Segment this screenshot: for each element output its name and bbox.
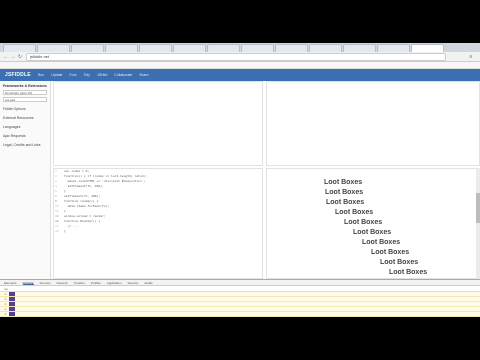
code-text: function() { if (index >= loot.length) r… <box>64 174 148 178</box>
devtools-tab[interactable]: Application <box>107 280 122 285</box>
devtools-tab[interactable]: Security <box>128 280 139 285</box>
address-bar: ← → ↻ jsfiddle.net ≡ <box>0 52 480 62</box>
code-text: window.onload = render; <box>64 214 106 218</box>
menu-icon[interactable]: ≡ <box>468 54 474 60</box>
browser-tab-bar <box>0 43 480 52</box>
code-text: panel.innerHTML += '<div>Loot Boxes</div… <box>64 179 146 183</box>
sidebar: Frameworks & Extensions No-Library (pure… <box>0 81 51 279</box>
warning-icon: ⚠ <box>4 302 7 306</box>
sidebar-link-languages[interactable]: Languages <box>0 120 50 129</box>
forward-icon[interactable]: → <box>10 54 16 60</box>
browser-tab[interactable] <box>173 44 206 52</box>
url-field[interactable]: jsfiddle.net <box>26 53 446 61</box>
jshint-button[interactable]: JSHint <box>97 73 107 77</box>
browser-tab[interactable] <box>37 44 70 52</box>
fork-button[interactable]: Fork <box>70 73 77 77</box>
js-panel[interactable]: 1 var index = 0; 2 function() { if (index >… <box>53 168 263 279</box>
bookmarks-bar <box>0 62 480 69</box>
line-number: 18 <box>55 229 59 233</box>
code-line: 18} <box>54 229 262 234</box>
devtools-tab[interactable]: Audits <box>144 280 152 285</box>
devtools-panel: Elements Console Sources Network Timeline Pro… <box>0 279 480 317</box>
jsfiddle-logo: JSFIDDLE <box>5 72 31 78</box>
sidebar-link-ajax-requests[interactable]: Ajax Requests <box>0 129 50 138</box>
devtools-tab[interactable]: Network <box>57 280 68 285</box>
loot-box-line: Loot Boxes <box>326 199 365 206</box>
result-panel: Loot Boxes Loot Boxes Loot Boxes Loot Boxes… <box>266 168 480 279</box>
devtools-tab[interactable]: Console <box>22 280 34 285</box>
sidebar-link-external-resources[interactable]: External Resources <box>0 111 50 120</box>
result-scrollbar-thumb[interactable] <box>476 193 480 223</box>
framework-select[interactable]: No-Library (pure JS) <box>3 90 47 95</box>
code-text: } <box>64 229 66 233</box>
console-warning-row: ⚠ <box>0 312 480 317</box>
back-icon[interactable]: ← <box>3 54 9 60</box>
source-link[interactable] <box>471 312 472 316</box>
code-text: var index = 0; <box>64 169 90 173</box>
browser-tab[interactable] <box>377 44 410 52</box>
devtools-tab[interactable]: Profiles <box>91 280 101 285</box>
console-badge <box>8 312 16 316</box>
result-scrollbar[interactable] <box>476 168 480 279</box>
sidebar-link-legal[interactable]: Legal, Credits and Links <box>0 138 50 147</box>
collaborate-button[interactable]: Collaborate <box>114 73 132 77</box>
code-text: } <box>64 189 66 193</box>
run-button[interactable]: Run <box>38 73 44 77</box>
share-button[interactable]: Share <box>139 73 148 77</box>
code-text: setTimeout(fn, 100); <box>64 184 104 188</box>
reload-icon[interactable]: ↻ <box>17 54 23 60</box>
screen: ← → ↻ jsfiddle.net ≡ JSFIDDLE Run Update… <box>0 43 480 317</box>
loot-box-line: Loot Boxes <box>362 239 401 246</box>
browser-tab[interactable] <box>207 44 240 52</box>
update-button[interactable]: Update <box>51 73 62 77</box>
browser-tab[interactable] <box>411 44 444 52</box>
code-text: setTimeout(fn, 100); <box>64 194 101 198</box>
loot-box-line: Loot Boxes <box>353 229 392 236</box>
warning-icon: ⚠ <box>4 307 7 311</box>
loot-box-line: Loot Boxes <box>371 249 410 256</box>
warning-icon: ⚠ <box>4 292 7 296</box>
browser-tab[interactable] <box>105 44 138 52</box>
frameworks-heading: Frameworks & Extensions <box>3 84 47 88</box>
browser-tab[interactable] <box>3 44 36 52</box>
loot-box-line: Loot Boxes <box>325 189 364 196</box>
sidebar-link-fiddle-options[interactable]: Fiddle Options <box>0 102 50 111</box>
code-text: function render() { <box>64 199 99 203</box>
browser-tab[interactable] <box>139 44 172 52</box>
loot-box-line: Loot Boxes <box>389 269 428 276</box>
tidy-button[interactable]: Tidy <box>84 73 90 77</box>
devtools-tab[interactable]: Timeline <box>74 280 85 285</box>
loot-box-line: Loot Boxes <box>335 209 374 216</box>
code-text: function Handler() { <box>64 219 101 223</box>
browser-tab[interactable] <box>309 44 342 52</box>
html-panel[interactable] <box>53 81 263 166</box>
warning-icon: ⚠ <box>4 312 7 316</box>
browser-tab[interactable] <box>343 44 376 52</box>
warning-icon: ⚠ <box>4 297 7 301</box>
css-panel[interactable] <box>266 81 480 166</box>
loot-box-line: Loot Boxes <box>344 219 383 226</box>
browser-tab[interactable] <box>275 44 308 52</box>
loot-box-line: Loot Boxes <box>324 179 363 186</box>
devtools-tab[interactable]: Elements <box>4 280 17 285</box>
code-text: // ... <box>64 224 79 228</box>
browser-tab[interactable] <box>241 44 274 52</box>
code-text: data.items.forEach(fn); <box>64 204 110 208</box>
browser-tab[interactable] <box>71 44 104 52</box>
loot-box-line: Loot Boxes <box>380 259 419 266</box>
jsfiddle-header: JSFIDDLE Run Update Fork Tidy JSHint Col… <box>0 69 480 81</box>
devtools-tab[interactable]: Sources <box>40 280 51 285</box>
code-text: } <box>64 209 66 213</box>
console-log: ⚠ ⚠ ⚠ ⚠ ⚠ ⚠ ⚠ ⚠ <box>0 292 480 317</box>
